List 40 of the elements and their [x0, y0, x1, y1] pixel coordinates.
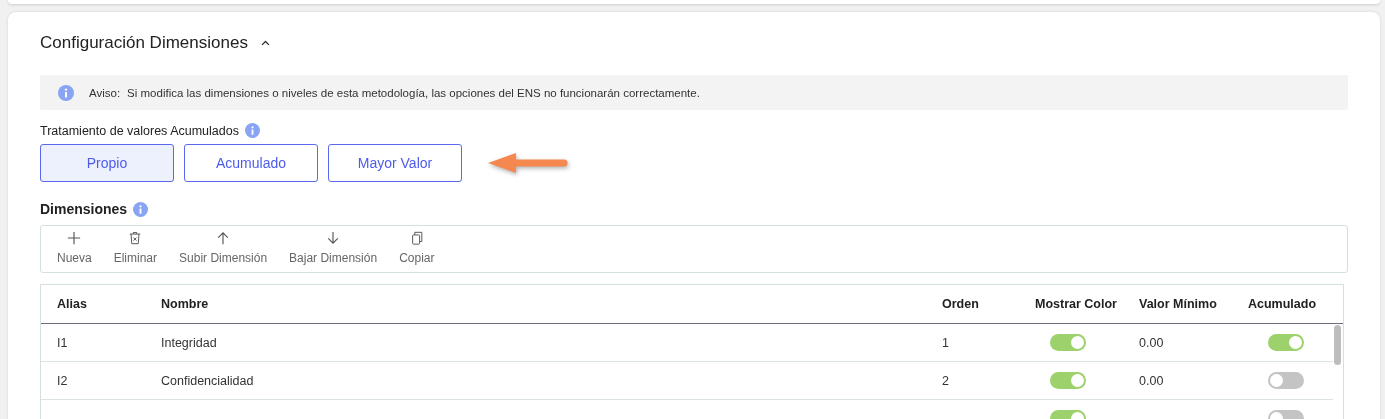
notice-text: Si modifica las dimensiones o niveles de esta metodología, las opciones del ENS no funcionarán correctamente. — [127, 86, 700, 99]
option-button[interactable]: Acumulado — [184, 144, 318, 182]
table-cell-text: Confidencialidad — [160, 373, 255, 388]
table-cell-text: Integridad — [160, 335, 218, 350]
info-icon — [244, 123, 260, 138]
notice-label: Aviso: — [89, 86, 121, 99]
section-title: Dimensiones — [40, 201, 128, 217]
plus-icon — [67, 231, 82, 245]
table-cell-text: 0.00 — [1138, 335, 1165, 350]
field-label: Tratamiento de valores Acumulados — [40, 123, 239, 138]
option-button[interactable]: Mayor Valor — [328, 144, 462, 182]
info-icon — [133, 201, 149, 217]
toolbar-button[interactable]: Bajar Dimensión — [285, 226, 382, 272]
toggle-switch[interactable] — [1050, 372, 1086, 389]
table-cell-text: I2 — [56, 373, 69, 388]
toolbar-button[interactable]: Copiar — [395, 226, 439, 272]
column-header: Nombre — [160, 297, 210, 311]
table-cell-text: 0.00 — [1138, 373, 1165, 388]
toolbar-button[interactable]: Eliminar — [109, 226, 162, 272]
table-cell-text: 2 — [941, 373, 950, 388]
column-header: Orden — [941, 297, 980, 311]
column-header: Acumulado — [1247, 297, 1318, 311]
toggle-switch[interactable] — [1050, 334, 1086, 351]
toolbar-button[interactable]: Nueva — [53, 226, 96, 272]
copy-icon — [409, 231, 424, 245]
column-header: Valor Mínimo — [1138, 297, 1218, 311]
panel-title: Configuración Dimensiones — [40, 33, 248, 53]
scrollbar[interactable] — [1334, 325, 1341, 365]
table-cell-text: 1 — [941, 335, 950, 350]
table-cell-text: I1 — [56, 335, 69, 350]
column-header: Mostrar Color — [1034, 297, 1118, 311]
column-header: Alias — [56, 297, 88, 311]
toolbar-button[interactable]: Subir Dimensión — [175, 226, 272, 272]
toggle-switch[interactable] — [1268, 372, 1304, 389]
toggle-switch[interactable] — [1268, 334, 1304, 351]
arrow-down-icon — [326, 231, 341, 245]
trash-icon — [128, 231, 143, 245]
info-icon — [58, 84, 74, 101]
option-button[interactable]: Propio — [40, 144, 174, 182]
arrow-up-icon — [216, 231, 231, 245]
